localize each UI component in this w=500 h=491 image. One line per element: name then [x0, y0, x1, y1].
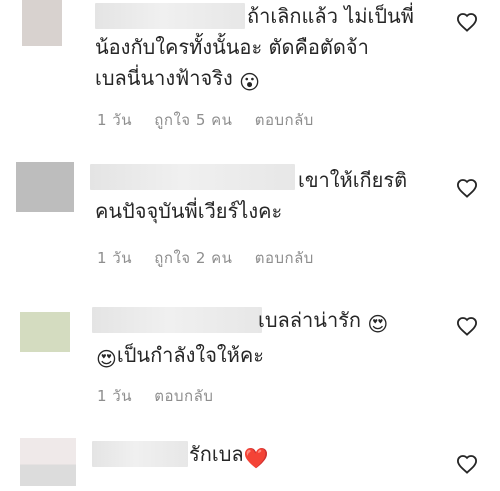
comment-line: คนปัจจุบันพี่เวียร์ไงคะ — [95, 199, 283, 223]
avatar[interactable] — [20, 312, 70, 352]
comment-line-text: เบลล่าน่ารัก — [258, 308, 362, 332]
comment-line: เบลนี่นางฟ้าจริง 😮 — [95, 63, 414, 98]
comment-line: 😍เป็นกำลังใจให้คะ — [96, 340, 388, 375]
heart-outline-icon[interactable] — [456, 178, 478, 198]
avatar[interactable] — [20, 438, 76, 486]
reply-button[interactable]: ตอบกลับ — [255, 111, 314, 129]
comment-line: เขาให้เกียรติ — [298, 168, 408, 192]
comment-item-4: รักเบล❤️ — [0, 430, 500, 491]
comment-item-2: เขาให้เกียรติ คนปัจจุบันพี่เวียร์ไงคะ 1 … — [0, 150, 500, 290]
heart-outline-icon[interactable] — [456, 12, 478, 32]
comment-item-3: เบลล่าน่ารัก 😍 😍เป็นกำลังใจให้คะ 1 วัน ต… — [0, 290, 500, 430]
comment-line: ถ้าเลิกแล้ว ไม่เป็นพี่ — [247, 4, 414, 28]
astonished-face-emoji: 😮 — [239, 70, 260, 94]
comment-text: รักเบล❤️ — [96, 439, 269, 474]
comment-text: เบลล่าน่ารัก 😍 😍เป็นกำลังใจให้คะ — [96, 305, 388, 375]
comment-time: 1 วัน — [97, 249, 132, 267]
comment-item-1: ถ้าเลิกแล้ว ไม่เป็นพี่ น้องกับใครทั้งนั้… — [0, 0, 500, 150]
comment-meta: 1 วัน ถูกใจ 2 คน ตอบกลับ — [97, 246, 331, 270]
red-heart-emoji: ❤️ — [243, 446, 269, 470]
comment-line-text: รักเบล — [189, 442, 244, 466]
heart-outline-icon[interactable] — [456, 316, 478, 336]
avatar[interactable] — [22, 0, 62, 46]
comment-line-text: เป็นกำลังใจให้คะ — [116, 343, 264, 367]
comment-meta: 1 วัน ถูกใจ 5 คน ตอบกลับ — [97, 108, 331, 132]
comment-line: เบลล่าน่ารัก 😍 — [96, 305, 388, 340]
heart-eyes-emoji: 😍 — [367, 312, 389, 336]
comment-time: 1 วัน — [97, 111, 132, 129]
comment-meta: 1 วัน ตอบกลับ — [97, 384, 230, 408]
heart-eyes-emoji: 😍 — [96, 347, 117, 371]
comment-line-text: เบลนี่นางฟ้าจริง — [95, 66, 233, 90]
like-count[interactable]: ถูกใจ 2 คน — [154, 249, 232, 267]
comment-text: ถ้าเลิกแล้ว ไม่เป็นพี่ น้องกับใครทั้งนั้… — [95, 1, 414, 98]
reply-button[interactable]: ตอบกลับ — [255, 249, 314, 267]
comment-line: น้องกับใครทั้งนั้นอะ ตัดคือตัดจ้า — [95, 35, 369, 59]
reply-button[interactable]: ตอบกลับ — [154, 387, 213, 405]
avatar[interactable] — [16, 162, 74, 212]
heart-outline-icon[interactable] — [456, 454, 478, 474]
comment-text: เขาให้เกียรติ คนปัจจุบันพี่เวียร์ไงคะ — [95, 165, 407, 227]
comment-line: รักเบล❤️ — [96, 439, 269, 474]
comment-time: 1 วัน — [97, 387, 132, 405]
like-count[interactable]: ถูกใจ 5 คน — [154, 111, 232, 129]
